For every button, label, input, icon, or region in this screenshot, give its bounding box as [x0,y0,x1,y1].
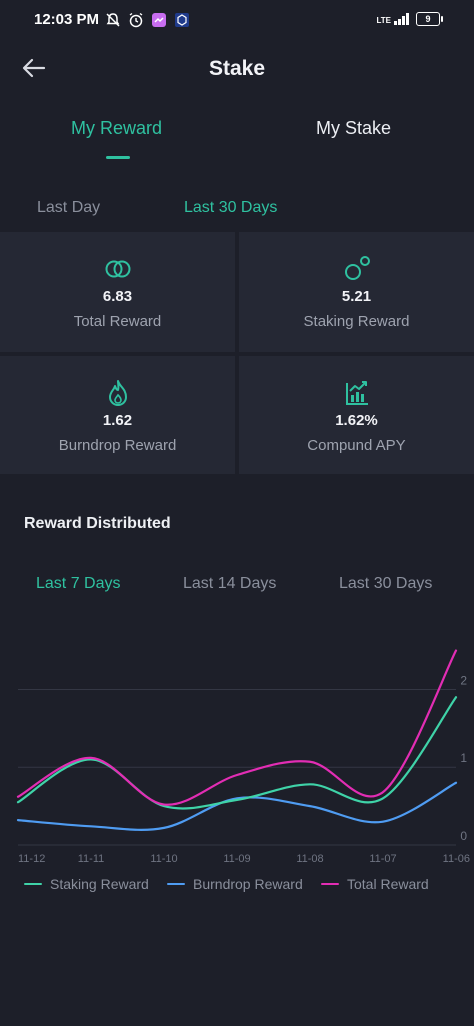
legend-line [24,883,42,885]
series-line-staking-reward [16,696,458,810]
x-tick-label: 11-09 [223,853,250,865]
signal-icon: LTE [376,13,410,25]
x-tick-label: 11-08 [296,853,323,865]
rings-icon [105,260,130,278]
series-line-total-reward [16,649,458,806]
legend-item-total[interactable]: Total Reward [321,876,429,892]
status-time: 12:03 PM [34,11,100,28]
stat-label: Staking Reward [303,313,410,330]
stat-label: Total Reward [73,313,162,330]
legend-item-burndrop[interactable]: Burndrop Reward [167,876,303,892]
header: Stake [0,48,474,90]
reward-stake-tabs: My Reward My Stake [0,118,474,164]
stat-value: 1.62% [335,412,378,429]
status-bar: 12:03 PM LTE 9 [0,0,474,40]
y-tick-label: 1 [460,751,467,765]
stat-card-staking-reward: 5.21 Staking Reward [239,232,474,352]
stat-label: Burndrop Reward [58,437,177,454]
legend-label: Total Reward [347,876,429,892]
tab-my-reward[interactable]: My Reward [71,118,162,139]
stat-card-burndrop-reward: 1.62 Burndrop Reward [0,356,235,474]
legend-label: Staking Reward [50,876,149,892]
x-tick-label: 11-11 [78,853,105,865]
section-title-reward-distributed: Reward Distributed [24,515,171,532]
stat-value: 6.83 [102,288,133,305]
mute-bell-icon [104,11,121,28]
tab-my-stake[interactable]: My Stake [316,118,391,139]
x-tick-label: 11-07 [369,853,396,865]
stat-label: Compund APY [307,437,406,454]
growth-chart-icon [345,381,368,405]
x-tick-label: 11-12 [18,853,45,865]
legend-line [321,883,339,885]
notification-icons [104,11,190,28]
flame-icon [108,380,127,406]
period-last-14-days[interactable]: Last 14 Days [183,575,276,593]
reward-line-chart: 0 1 2 11-12 11-11 11-10 11-09 11-08 11-07 11-06 [16,649,470,865]
stat-card-compound-apy: 1.62% Compund APY [239,356,474,474]
filter-last-day[interactable]: Last Day [37,199,100,217]
active-tab-indicator [106,156,130,159]
stat-value: 5.21 [341,288,372,305]
nodes-icon [344,256,370,280]
legend-line [167,883,185,885]
legend-item-staking[interactable]: Staking Reward [24,876,149,892]
y-tick-label: 0 [460,829,467,843]
x-tick-label: 11-06 [443,853,470,865]
y-tick-label: 2 [460,673,467,687]
series-line-burndrop-reward [16,781,458,831]
period-last-7-days[interactable]: Last 7 Days [36,575,120,593]
stat-card-total-reward: 6.83 Total Reward [0,232,235,352]
system-indicators: LTE 9 [376,12,443,26]
alarm-icon [127,11,144,28]
x-tick-label: 11-10 [150,853,177,865]
period-last-30-days[interactable]: Last 30 Days [339,575,432,593]
stat-value: 1.62 [102,412,133,429]
page-title: Stake [208,57,266,80]
messenger-icon [150,11,167,28]
filter-last-30-days[interactable]: Last 30 Days [184,199,277,217]
app-notification-icon [173,11,190,28]
battery-icon: 9 [416,12,443,26]
network-type: LTE [376,16,391,25]
legend-label: Burndrop Reward [193,876,303,892]
